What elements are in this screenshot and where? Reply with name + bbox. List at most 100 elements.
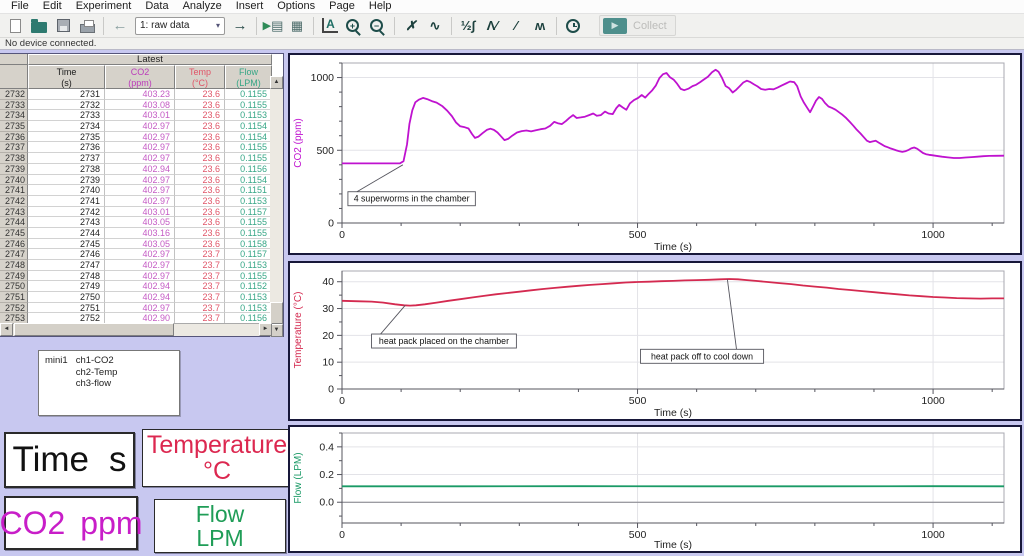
flow-label-box[interactable]: Flow LPM xyxy=(154,499,286,553)
autoscale-button[interactable]: A xyxy=(319,15,341,36)
cell-co2[interactable]: 403.05 xyxy=(105,239,175,250)
cell-temp[interactable]: 23.6 xyxy=(175,89,225,100)
cell-temp[interactable]: 23.6 xyxy=(175,100,225,111)
cell-co2[interactable]: 402.97 xyxy=(105,185,175,196)
cell-flow[interactable]: 0.1151 xyxy=(225,185,272,196)
temperature-label-box[interactable]: Temperature °C xyxy=(142,429,292,487)
cell-time[interactable]: 2737 xyxy=(28,153,105,164)
cell-temp[interactable]: 23.6 xyxy=(175,196,225,207)
collect-button[interactable]: ▶ Collect xyxy=(599,15,676,36)
cell-time[interactable]: 2738 xyxy=(28,164,105,175)
dataset-select[interactable]: 1: raw data ▾ xyxy=(135,17,225,35)
cell-flow[interactable]: 0.1155 xyxy=(225,271,272,282)
linear-fit-button[interactable]: ∕ xyxy=(505,15,527,36)
cell-co2[interactable]: 402.97 xyxy=(105,175,175,186)
open-file-button[interactable] xyxy=(28,15,50,36)
cell-temp[interactable]: 23.6 xyxy=(175,142,225,153)
integral-button[interactable]: ½∫ xyxy=(457,15,479,36)
cell-time[interactable]: 2748 xyxy=(28,271,105,282)
menu-item-insert[interactable]: Insert xyxy=(229,0,271,13)
new-file-button[interactable] xyxy=(4,15,26,36)
cell-co2[interactable]: 403.01 xyxy=(105,207,175,218)
data-table[interactable]: Latest Time(s)CO2(ppm)Temp(°C)Flow(LPM) … xyxy=(0,53,284,337)
cell-time[interactable]: 2751 xyxy=(28,303,105,314)
statistics-button[interactable]: ʍ xyxy=(529,15,551,36)
cell-flow[interactable]: 0.1153 xyxy=(225,292,272,303)
tangent-button[interactable]: ∿ xyxy=(424,15,446,36)
cell-flow[interactable]: 0.1154 xyxy=(225,175,272,186)
time-label-box[interactable]: Time s xyxy=(4,432,135,488)
sensor-info-textbox[interactable]: mini1 ch1-CO2ch2-Tempch3-flow xyxy=(38,350,180,416)
cell-temp[interactable]: 23.7 xyxy=(175,303,225,314)
cell-time[interactable]: 2740 xyxy=(28,185,105,196)
cell-co2[interactable]: 402.97 xyxy=(105,271,175,282)
menu-item-page[interactable]: Page xyxy=(322,0,362,13)
column-header-time[interactable]: Time(s) xyxy=(28,65,105,89)
co2-label-box[interactable]: CO2 ppm xyxy=(4,496,138,550)
curve-fit-button[interactable]: Λ∕ xyxy=(481,15,503,36)
save-button[interactable] xyxy=(52,15,74,36)
column-header-temp[interactable]: Temp(°C) xyxy=(175,65,225,89)
menu-item-help[interactable]: Help xyxy=(362,0,399,13)
cell-flow[interactable]: 0.1155 xyxy=(225,100,272,111)
cell-time[interactable]: 2744 xyxy=(28,228,105,239)
cell-co2[interactable]: 403.01 xyxy=(105,110,175,121)
cell-temp[interactable]: 23.6 xyxy=(175,110,225,121)
next-run-button[interactable]: → xyxy=(229,15,251,36)
column-header-flow[interactable]: Flow(LPM) xyxy=(225,65,272,89)
cell-time[interactable]: 2731 xyxy=(28,89,105,100)
cell-flow[interactable]: 0.1152 xyxy=(225,281,272,292)
cell-time[interactable]: 2736 xyxy=(28,142,105,153)
examine-button[interactable]: ✗ xyxy=(400,15,422,36)
cell-flow[interactable]: 0.1156 xyxy=(225,164,272,175)
cell-flow[interactable]: 0.1155 xyxy=(225,142,272,153)
zoom-in-button[interactable]: + xyxy=(343,15,365,36)
zoom-out-button[interactable]: − xyxy=(367,15,389,36)
cell-time[interactable]: 2732 xyxy=(28,100,105,111)
cell-temp[interactable]: 23.6 xyxy=(175,207,225,218)
cell-flow[interactable]: 0.1157 xyxy=(225,207,272,218)
cell-time[interactable]: 2739 xyxy=(28,175,105,186)
cell-flow[interactable]: 0.1158 xyxy=(225,239,272,250)
cell-co2[interactable]: 402.97 xyxy=(105,153,175,164)
cell-co2[interactable]: 402.94 xyxy=(105,281,175,292)
flow-graph[interactable]: 050010000.00.20.4Time (s)Flow (LPM) xyxy=(290,427,1020,551)
cell-flow[interactable]: 0.1154 xyxy=(225,132,272,143)
table-horizontal-scrollbar[interactable]: ◄ ► xyxy=(0,323,272,336)
cell-time[interactable]: 2749 xyxy=(28,281,105,292)
cell-flow[interactable]: 0.1155 xyxy=(225,89,272,100)
print-button[interactable] xyxy=(76,15,98,36)
cell-time[interactable]: 2746 xyxy=(28,249,105,260)
previous-run-button[interactable]: ← xyxy=(109,15,131,36)
cell-flow[interactable]: 0.1154 xyxy=(225,121,272,132)
cell-flow[interactable]: 0.1153 xyxy=(225,303,272,314)
cell-time[interactable]: 2742 xyxy=(28,207,105,218)
cell-co2[interactable]: 402.94 xyxy=(105,292,175,303)
table-vertical-scrollbar[interactable]: ▲ ▼ xyxy=(270,89,283,324)
cell-flow[interactable]: 0.1157 xyxy=(225,249,272,260)
cell-temp[interactable]: 23.6 xyxy=(175,153,225,164)
menu-item-analyze[interactable]: Analyze xyxy=(176,0,229,13)
calculator-button[interactable]: ▦ xyxy=(286,15,308,36)
cell-flow[interactable]: 0.1153 xyxy=(225,196,272,207)
cell-temp[interactable]: 23.6 xyxy=(175,228,225,239)
cell-co2[interactable]: 402.97 xyxy=(105,249,175,260)
cell-temp[interactable]: 23.6 xyxy=(175,217,225,228)
cell-co2[interactable]: 402.97 xyxy=(105,303,175,314)
cell-co2[interactable]: 403.23 xyxy=(105,89,175,100)
cell-time[interactable]: 2747 xyxy=(28,260,105,271)
cell-temp[interactable]: 23.6 xyxy=(175,164,225,175)
cell-temp[interactable]: 23.7 xyxy=(175,260,225,271)
cell-co2[interactable]: 402.94 xyxy=(105,164,175,175)
cell-time[interactable]: 2733 xyxy=(28,110,105,121)
cell-temp[interactable]: 23.6 xyxy=(175,175,225,186)
menu-item-options[interactable]: Options xyxy=(270,0,322,13)
cell-temp[interactable]: 23.7 xyxy=(175,249,225,260)
cell-co2[interactable]: 403.05 xyxy=(105,217,175,228)
column-header-co2[interactable]: CO2(ppm) xyxy=(105,65,175,89)
temperature-graph[interactable]: 05001000010203040heat pack placed on the… xyxy=(290,263,1020,419)
cell-flow[interactable]: 0.1153 xyxy=(225,110,272,121)
cell-time[interactable]: 2734 xyxy=(28,121,105,132)
cell-temp[interactable]: 23.6 xyxy=(175,185,225,196)
cell-co2[interactable]: 402.97 xyxy=(105,132,175,143)
